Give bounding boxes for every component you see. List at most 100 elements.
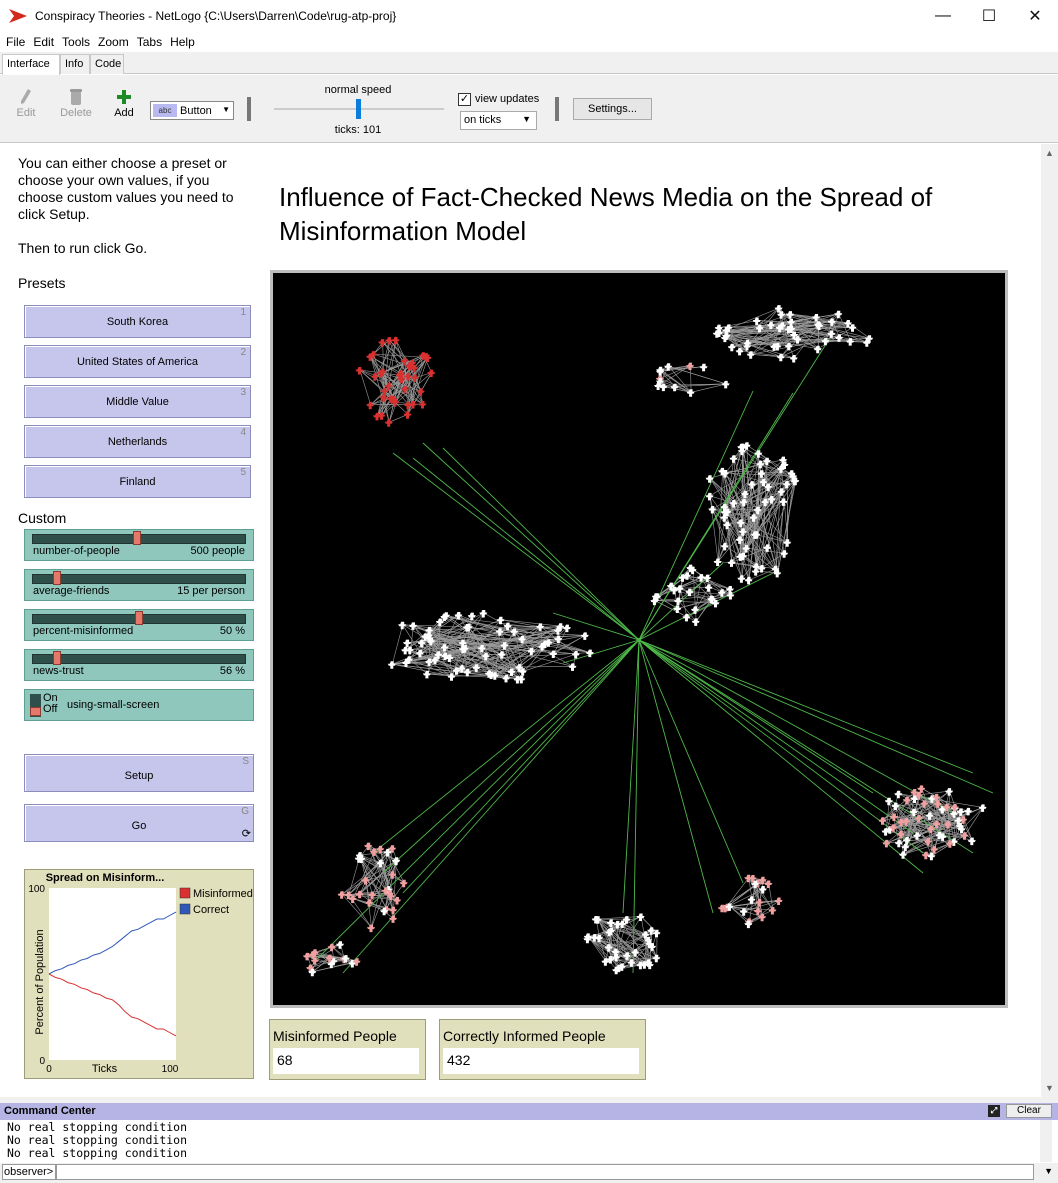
delete-button[interactable]: Delete xyxy=(56,87,96,119)
chevron-down-icon: ▼ xyxy=(522,114,531,124)
button-label: Finland xyxy=(119,476,156,488)
switch-knob[interactable] xyxy=(30,707,41,716)
window-title: Conspiracy Theories - NetLogo {C:\Users\… xyxy=(35,9,397,23)
slider-number-of-people[interactable]: number-of-people 500 people xyxy=(24,529,254,561)
speed-slider-thumb[interactable] xyxy=(356,99,361,119)
vertical-scrollbar[interactable]: ▲ ▼ xyxy=(1041,144,1058,1097)
command-input-bar: observer> ▼ xyxy=(0,1163,1058,1183)
minimize-button[interactable]: — xyxy=(920,0,966,32)
person-agent xyxy=(721,380,730,389)
output-scrollbar[interactable] xyxy=(1040,1120,1052,1162)
person-agent xyxy=(884,797,893,806)
slider-thumb[interactable] xyxy=(52,651,61,665)
view-updates-checkbox[interactable]: ✓ xyxy=(458,93,471,106)
legend-label: Misinformed xyxy=(193,888,253,900)
legend-label: Correct xyxy=(193,904,229,916)
preset-finland-button[interactable]: Finland 5 xyxy=(24,465,251,498)
plus-icon xyxy=(117,90,131,104)
switch-off-label: Off xyxy=(43,703,58,715)
person-agent xyxy=(403,411,412,419)
update-mode-select[interactable]: on ticks ▼ xyxy=(460,111,537,130)
shortcut-key: 3 xyxy=(240,387,246,398)
shortcut-key: 4 xyxy=(240,427,246,438)
shortcut-key: 1 xyxy=(240,307,246,318)
go-button[interactable]: Go G ⟳ xyxy=(24,804,254,842)
tab-interface[interactable]: Interface xyxy=(2,54,60,75)
y-tick-label: 100 xyxy=(28,884,45,895)
menu-tools[interactable]: Tools xyxy=(58,35,94,49)
friend-link xyxy=(348,879,367,895)
menu-zoom[interactable]: Zoom xyxy=(94,35,133,49)
command-center-title: Command Center xyxy=(4,1105,96,1117)
chevron-down-icon[interactable]: ▼ xyxy=(1044,1166,1053,1176)
ticks-counter: ticks: 101 xyxy=(334,124,382,136)
close-button[interactable]: ✕ xyxy=(1012,0,1058,32)
tab-code[interactable]: Code xyxy=(90,54,124,74)
monitor-correctly-informed: Correctly Informed People 432 xyxy=(439,1019,646,1080)
person-agent xyxy=(787,318,795,327)
delete-label: Delete xyxy=(60,107,92,119)
friend-link xyxy=(476,666,574,668)
news-media-agent xyxy=(637,638,641,642)
switch-using-small-screen[interactable]: On Off using-small-screen xyxy=(24,689,254,721)
person-agent xyxy=(848,324,857,332)
scroll-down-icon[interactable]: ▼ xyxy=(1045,1083,1054,1093)
preset-netherlands-button[interactable]: Netherlands 4 xyxy=(24,425,251,458)
edit-button[interactable]: Edit xyxy=(6,87,46,119)
slider-value: 56 % xyxy=(219,665,245,677)
slider-thumb[interactable] xyxy=(135,611,143,625)
observer-select[interactable]: observer> xyxy=(2,1164,56,1180)
slider-thumb[interactable] xyxy=(52,571,61,585)
preset-middle-value-button[interactable]: Middle Value 3 xyxy=(24,385,251,418)
tab-info[interactable]: Info xyxy=(60,54,90,74)
person-agent xyxy=(336,941,344,949)
menu-help[interactable]: Help xyxy=(166,35,199,49)
preset-usa-button[interactable]: United States of America 2 xyxy=(24,345,251,378)
menu-file[interactable]: File xyxy=(2,35,29,49)
command-input[interactable] xyxy=(56,1164,1034,1180)
scroll-up-icon[interactable]: ▲ xyxy=(1045,148,1054,158)
news-link xyxy=(638,639,954,814)
command-output[interactable]: No real stopping condition No real stopp… xyxy=(4,1120,1040,1162)
maximize-button[interactable]: ☐ xyxy=(966,0,1012,32)
person-agent xyxy=(945,788,954,796)
view-updates-label: view updates xyxy=(475,93,540,105)
person-agent xyxy=(774,897,783,905)
slider-track[interactable] xyxy=(32,654,246,664)
output-line: No real stopping condition xyxy=(7,1146,188,1160)
slider-thumb[interactable] xyxy=(132,531,141,545)
person-agent xyxy=(580,632,589,640)
slider-track[interactable] xyxy=(32,574,246,584)
monitor-value: 432 xyxy=(443,1048,639,1074)
world-view[interactable] xyxy=(270,270,1008,1008)
person-agent xyxy=(754,450,763,458)
clear-button[interactable]: Clear xyxy=(1006,1104,1052,1118)
person-agent xyxy=(427,369,436,378)
person-agent xyxy=(355,367,364,375)
widget-type-select[interactable]: abc Button ▼ xyxy=(150,101,234,120)
slider-average-friends[interactable]: average-friends 15 per person xyxy=(24,569,254,601)
person-agent xyxy=(967,837,976,846)
menu-tabs[interactable]: Tabs xyxy=(133,35,166,49)
tab-bar: Interface Info Code xyxy=(0,52,1058,75)
person-agent xyxy=(780,550,789,558)
model-title: Influence of Fact-Checked News Media on … xyxy=(279,182,933,246)
menu-edit[interactable]: Edit xyxy=(29,35,58,49)
speed-label: normal speed xyxy=(324,84,392,96)
add-button[interactable]: Add xyxy=(104,87,144,119)
slider-percent-misinformed[interactable]: percent-misinformed 50 % xyxy=(24,609,254,641)
plot-widget[interactable]: Spread on Misinform... 100 0 0 100 Ticks Perc… xyxy=(24,869,254,1079)
setup-button[interactable]: Setup S xyxy=(24,754,254,792)
settings-button[interactable]: Settings... xyxy=(573,98,652,120)
monitor-label: Misinformed People xyxy=(273,1028,397,1044)
person-agent xyxy=(779,498,788,506)
slider-news-trust[interactable]: news-trust 56 % xyxy=(24,649,254,681)
slider-name: number-of-people xyxy=(33,545,120,557)
news-link xyxy=(392,452,640,641)
news-link xyxy=(638,390,754,641)
shortcut-key: S xyxy=(242,756,249,767)
preset-south-korea-button[interactable]: South Korea 1 xyxy=(24,305,251,338)
maximize-icon[interactable]: ⤢ xyxy=(988,1105,1000,1117)
button-label: Setup xyxy=(124,770,154,782)
person-agent xyxy=(416,388,425,396)
